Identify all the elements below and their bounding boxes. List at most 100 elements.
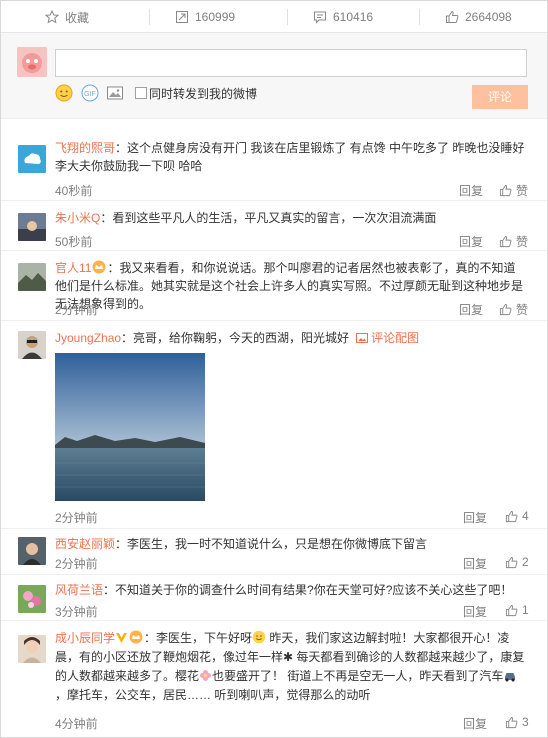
forward-icon bbox=[176, 11, 188, 23]
comment-item: 风荷兰语：不知道关于你的调查什么时间有结果?你在天堂可好?应该不关心这些了吧！ … bbox=[1, 575, 547, 621]
comment-item: 朱小米Q：看到这些平凡人的生活，平凡又真实的留言，一次次泪流满面 50秒前 回复… bbox=[1, 201, 547, 251]
forward-count: 160999 bbox=[195, 10, 236, 24]
thumbs-up-icon bbox=[505, 604, 518, 616]
car-emoji-icon bbox=[505, 673, 516, 682]
avatar[interactable] bbox=[18, 537, 46, 565]
comment-photo-link[interactable]: 评论配图 bbox=[371, 331, 419, 345]
comment-action[interactable]: 610416 bbox=[287, 1, 373, 33]
comment-icon bbox=[314, 11, 326, 24]
favorite-action[interactable]: 收藏 bbox=[45, 1, 89, 33]
comment-time: 2分钟前 bbox=[55, 303, 98, 317]
like-count: 4 bbox=[522, 509, 529, 523]
like-action[interactable]: 2664098 bbox=[419, 1, 512, 33]
reply-link[interactable]: 回复 bbox=[463, 509, 487, 526]
like-count: 赞 bbox=[516, 184, 529, 198]
comment-input[interactable] bbox=[55, 49, 527, 77]
like-count: 赞 bbox=[516, 235, 529, 249]
comment-item: 飞翔的熙哥：这个点健身房没有开门 我该在店里锻炼了 有点馋 中午吃多了 昨晚也没… bbox=[1, 131, 547, 201]
comment-text: ：看到这些平凡人的生活，平凡又真实的留言，一次次泪流满面 bbox=[100, 211, 437, 225]
like-button[interactable]: 2 bbox=[505, 555, 529, 569]
comment-body: 飞翔的熙哥：这个点健身房没有开门 我该在店里锻炼了 有点馋 中午吃多了 昨晚也没… bbox=[55, 139, 527, 175]
forward-checkbox-label: 同时转发到我的微博 bbox=[149, 87, 258, 101]
comment-text: ：李医生，我一时不知道说什么，只是想在你微博底下留言 bbox=[115, 537, 428, 551]
like-count: 2 bbox=[522, 555, 529, 569]
avatar[interactable] bbox=[18, 585, 46, 613]
thumbs-up-icon bbox=[446, 10, 459, 23]
gif-icon[interactable]: GIF bbox=[81, 84, 99, 102]
comment-text: ：亮哥，给你鞠躬，今天的西湖，阳光城好 bbox=[121, 331, 350, 345]
avatar[interactable] bbox=[18, 145, 46, 173]
comment-photo[interactable] bbox=[55, 353, 205, 501]
vip-crown-icon bbox=[92, 260, 106, 274]
username[interactable]: 西安赵丽颖 bbox=[55, 537, 115, 551]
reply-link[interactable]: 回复 bbox=[459, 182, 483, 199]
thumbs-up-icon bbox=[499, 303, 512, 316]
star-icon bbox=[45, 10, 59, 24]
comment-item: 成小辰同学 ：李医生，下午好呀 昨天，我们家这边解封啦！大家都很开心！凌晨，有的小… bbox=[1, 621, 547, 737]
username[interactable]: 风荷兰语 bbox=[55, 583, 103, 597]
image-icon bbox=[355, 333, 368, 343]
reply-link[interactable]: 回复 bbox=[463, 715, 487, 732]
comment-text: ：我又来看看，和你说说话。那个叫廖君的记者居然也被表彰了，真的不知道他们是什么标… bbox=[55, 261, 524, 311]
comment-item: 官人11 ：我又来看看，和你说说话。那个叫廖君的记者居然也被表彰了，真的不知道他们… bbox=[1, 251, 547, 321]
comment-text: ：这个点健身房没有开门 我该在店里锻炼了 有点馋 中午吃多了 昨晚也没睡好 李大… bbox=[55, 141, 525, 173]
comment-body: 西安赵丽颖：李医生，我一时不知道说什么，只是想在你微博底下留言 bbox=[55, 535, 527, 553]
image-icon[interactable] bbox=[106, 84, 124, 102]
reply-link[interactable]: 回复 bbox=[463, 603, 487, 620]
thumbs-up-icon bbox=[499, 184, 512, 197]
comment-time: 2分钟前 bbox=[55, 511, 98, 525]
action-bar: 收藏 160999 610416 2664098 bbox=[1, 1, 547, 33]
like-button[interactable]: 赞 bbox=[499, 233, 528, 250]
comment-composer: GIF 同时转发到我的微博 评论 bbox=[1, 33, 547, 119]
like-button[interactable]: 4 bbox=[505, 509, 529, 523]
username[interactable]: 飞翔的熙哥 bbox=[55, 141, 115, 155]
forward-action[interactable]: 160999 bbox=[149, 1, 235, 33]
like-button[interactable]: 赞 bbox=[499, 301, 528, 318]
comment-count: 610416 bbox=[333, 10, 374, 24]
favorite-label: 收藏 bbox=[65, 10, 90, 25]
comment-time: 4分钟前 bbox=[55, 717, 98, 731]
avatar[interactable] bbox=[18, 263, 46, 291]
username[interactable]: JyoungZhao bbox=[55, 331, 121, 345]
comment-time: 50秒前 bbox=[55, 235, 93, 249]
avatar[interactable] bbox=[18, 635, 46, 663]
thumbs-up-icon bbox=[499, 235, 512, 248]
like-count: 3 bbox=[522, 715, 529, 729]
like-button[interactable]: 赞 bbox=[499, 182, 528, 199]
blossom-emoji-icon bbox=[200, 670, 212, 681]
comment-body: 成小辰同学 ：李医生，下午好呀 昨天，我们家这边解封啦！大家都很开心！凌晨，有的小… bbox=[55, 629, 527, 705]
comment-item: 西安赵丽颖：李医生，我一时不知道说什么，只是想在你微博底下留言 2分钟前 回复 … bbox=[1, 529, 547, 575]
vip-crown-icon bbox=[129, 630, 143, 644]
comment-text: ：不知道关于你的调查什么时间有结果?你在天堂可好?应该不关心这些了吧！ bbox=[103, 583, 513, 597]
post-comment-button[interactable]: 评论 bbox=[472, 85, 528, 109]
reply-link[interactable]: 回复 bbox=[459, 301, 483, 318]
forward-checkbox[interactable] bbox=[135, 87, 147, 99]
thumbs-up-icon bbox=[505, 556, 518, 568]
my-avatar[interactable] bbox=[17, 47, 47, 77]
username[interactable]: 成小辰同学 bbox=[55, 631, 115, 645]
comment-time: 40秒前 bbox=[55, 184, 93, 198]
comment-body: JyoungZhao：亮哥，给你鞠躬，今天的西湖，阳光城好 评论配图 bbox=[55, 329, 527, 347]
like-button[interactable]: 3 bbox=[505, 715, 529, 729]
comment-body: 风荷兰语：不知道关于你的调查什么时间有结果?你在天堂可好?应该不关心这些了吧！ bbox=[55, 581, 527, 599]
username[interactable]: 朱小米Q bbox=[55, 211, 100, 225]
comment-time: 3分钟前 bbox=[55, 605, 98, 619]
avatar[interactable] bbox=[18, 213, 46, 241]
emoji-icon[interactable] bbox=[55, 84, 73, 102]
like-count: 赞 bbox=[516, 303, 529, 317]
verified-v-icon bbox=[116, 633, 128, 643]
smile-emoji-icon bbox=[252, 630, 266, 644]
avatar[interactable] bbox=[18, 331, 46, 359]
comment-text: ，摩托车，公交车，居民…… 听到喇叭声，觉得那么的动听 bbox=[55, 688, 371, 702]
like-button[interactable]: 1 bbox=[505, 603, 529, 617]
like-count: 1 bbox=[522, 603, 529, 617]
reply-link[interactable]: 回复 bbox=[463, 555, 487, 572]
thumbs-up-icon bbox=[505, 716, 518, 728]
comment-body: 朱小米Q：看到这些平凡人的生活，平凡又真实的留言，一次次泪流满面 bbox=[55, 209, 527, 227]
comment-body: 官人11 ：我又来看看，和你说说话。那个叫廖君的记者居然也被表彰了，真的不知道他们… bbox=[55, 259, 527, 313]
reply-link[interactable]: 回复 bbox=[459, 233, 483, 250]
comment-text: ：李医生，下午好呀 bbox=[144, 631, 253, 645]
comment-text: 也要盛开了！ 街道上不再是空无一人，昨天看到了汽车 bbox=[212, 669, 504, 683]
username[interactable]: 官人11 bbox=[55, 261, 91, 275]
svg-text:GIF: GIF bbox=[84, 91, 96, 98]
